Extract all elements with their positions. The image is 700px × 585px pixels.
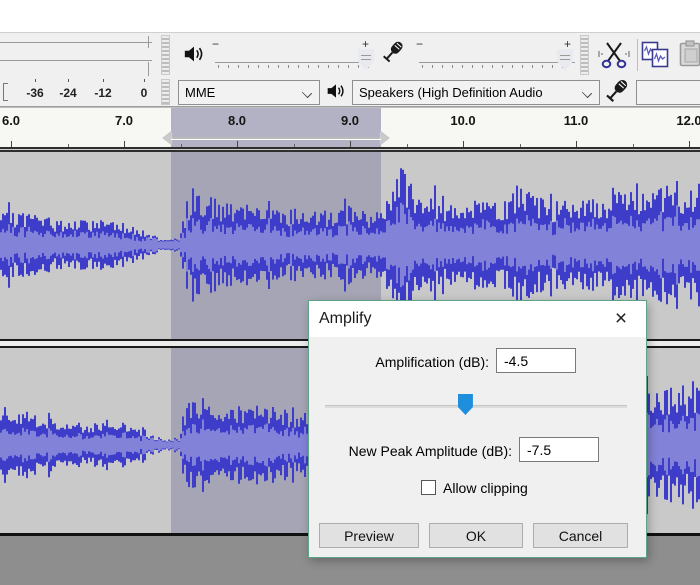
meter-bar-bottom [0, 60, 152, 61]
cancel-button[interactable]: Cancel [533, 523, 628, 548]
audio-host-dropdown[interactable]: MME [178, 80, 320, 105]
close-icon[interactable]: × [608, 306, 634, 332]
new-peak-label: New Peak Amplitude (dB): [348, 443, 512, 459]
meter-right-tick [148, 36, 149, 48]
meter-scale-tick [144, 79, 145, 82]
cut-icon[interactable] [597, 40, 631, 75]
meter-right-tick2 [148, 62, 149, 76]
dialog-title: Amplify [319, 310, 372, 327]
amplification-slider-thumb[interactable] [457, 394, 473, 415]
copy-icon[interactable] [641, 41, 671, 74]
playback-device-dropdown[interactable]: Speakers (High Definition Audio [352, 80, 600, 105]
recording-volume-minus: − [416, 37, 424, 51]
timeline-label: 10.0 [450, 113, 476, 128]
meter-bar-top [0, 42, 152, 43]
meter-scale-label: -12 [94, 86, 112, 100]
meter-scale-tick [35, 79, 36, 82]
device-toolbar-grip[interactable] [161, 79, 170, 105]
timeline-label: 12.0 [676, 113, 700, 128]
chevron-down-icon [301, 87, 313, 99]
amplification-slider-track[interactable] [325, 405, 627, 408]
playback-volume-minus: − [212, 37, 220, 51]
recording-volume-plus: + [564, 37, 572, 51]
allow-clipping-label: Allow clipping [443, 480, 528, 496]
playback-device-value: Speakers (High Definition Audio [359, 85, 543, 100]
timeline-label: 7.0 [114, 113, 134, 128]
new-peak-input[interactable] [519, 437, 599, 462]
playback-volume-slider[interactable] [215, 62, 373, 63]
preview-button[interactable]: Preview [319, 523, 419, 548]
timeline-label: 11.0 [563, 113, 589, 128]
playback-volume-slider-ticks [218, 65, 370, 68]
recording-device-dropdown[interactable] [636, 80, 700, 105]
allow-clipping-checkbox[interactable] [421, 480, 436, 495]
recording-volume-slider[interactable] [419, 62, 575, 63]
chevron-down-icon [581, 87, 593, 99]
audio-host-value: MME [185, 85, 216, 100]
meter-scale-tick [68, 79, 69, 82]
timeline-ruler[interactable]: 6.0 7.0 8.0 9.0 10.0 11.0 12.0 [0, 107, 700, 153]
amplify-dialog: Amplify × Amplification (dB): New Peak A… [308, 300, 647, 558]
toolbar-area: -36 -24 -12 0 − + − + MME Speakers (High De… [0, 32, 700, 109]
amplification-input[interactable] [496, 348, 576, 373]
timeline-label: 8.0 [227, 113, 247, 128]
edit-toolbar-grip[interactable] [580, 35, 589, 75]
playback-volume-plus: + [362, 37, 370, 51]
meter-scale-label: 0 [140, 86, 148, 100]
quickplay-line [171, 137, 381, 139]
paste-icon [677, 40, 700, 75]
selection-start-arrow-icon[interactable] [162, 131, 171, 145]
edit-toolbar-separator [637, 39, 638, 71]
meter-scale-label: -36 [26, 86, 44, 100]
dialog-titlebar[interactable]: Amplify [309, 301, 646, 337]
selection-end-arrow-icon[interactable] [381, 131, 390, 145]
recording-volume-slider-ticks [422, 65, 572, 68]
window-top-margin [0, 0, 700, 32]
amplification-label: Amplification (dB): [375, 354, 489, 370]
meter-scale-label: -24 [59, 86, 77, 100]
playback-meter[interactable] [0, 36, 153, 77]
mixer-toolbar-grip[interactable] [161, 35, 170, 75]
playback-device-speaker-icon [326, 82, 346, 105]
recording-volume-mic-icon [381, 39, 407, 72]
timeline-label: 6.0 [1, 113, 21, 128]
meter-scale-tick [103, 79, 104, 82]
meter-scale-bracket [3, 83, 8, 101]
playback-volume-speaker-icon [183, 44, 205, 69]
timeline-label: 9.0 [340, 113, 360, 128]
ok-button[interactable]: OK [429, 523, 523, 548]
meter-scale: -36 -24 -12 0 [0, 79, 156, 107]
